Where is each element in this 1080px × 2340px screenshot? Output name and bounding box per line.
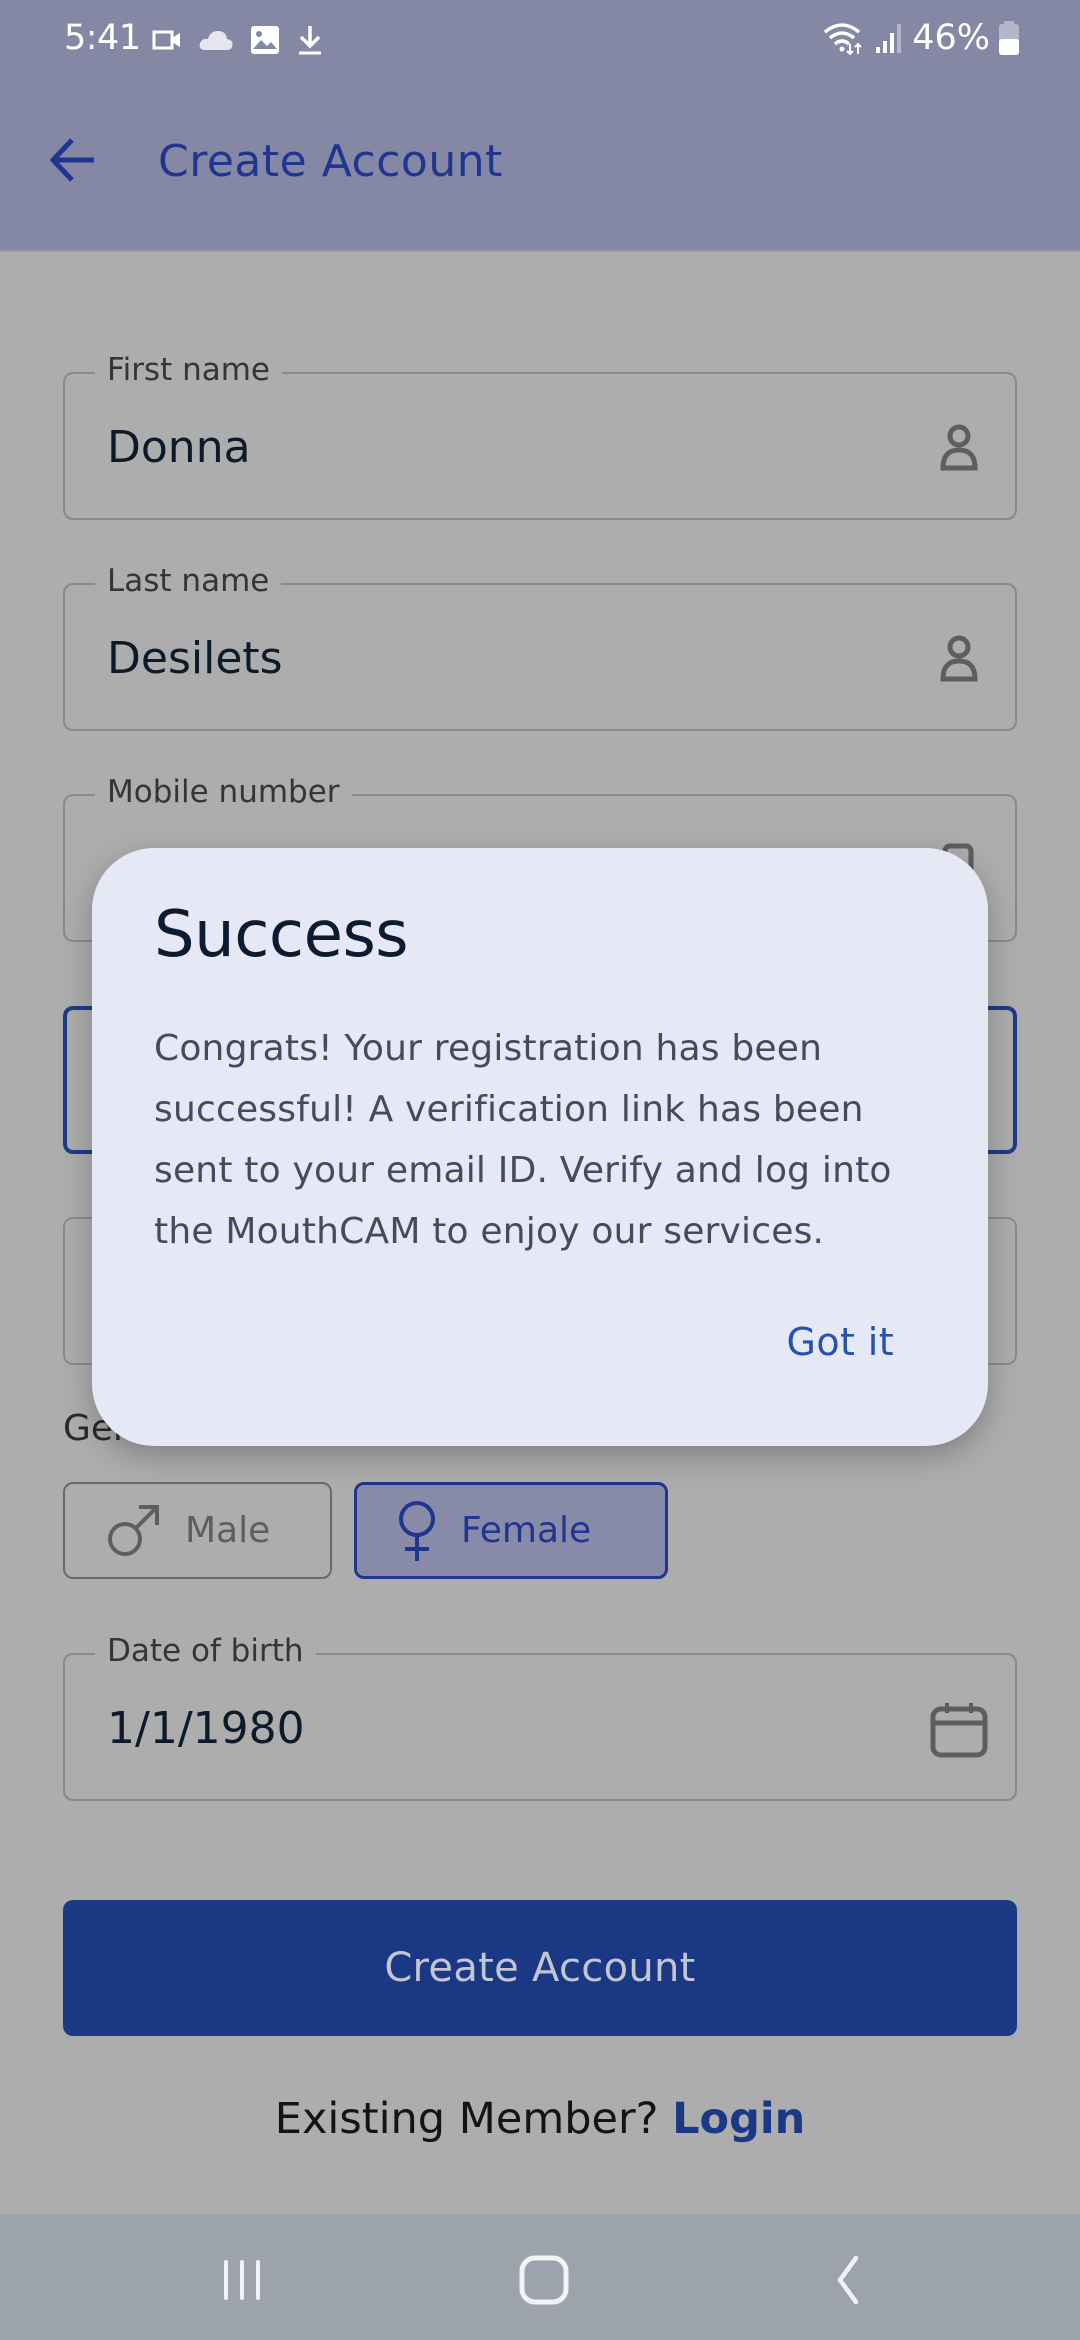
battery-icon [999,21,1019,55]
create-account-button[interactable]: Create Account [63,1900,1017,2036]
back-button[interactable] [44,130,104,190]
arrow-left-icon [49,138,94,182]
gender-male-button[interactable]: Male [63,1482,332,1579]
status-time: 5:41 [64,18,141,58]
home-icon [519,2255,569,2305]
image-icon [251,26,279,54]
person-icon [940,424,978,471]
last-name-input[interactable]: Desilets [107,633,283,684]
gender-female-button[interactable]: Female [354,1482,668,1579]
download-icon [299,26,321,55]
date-of-birth-input[interactable]: 1/1/1980 [107,1703,305,1754]
female-symbol-icon [399,1500,435,1561]
existing-member-row: Existing Member? Login [0,2094,1080,2144]
dialog-title: Success [154,898,409,972]
wifi-icon [824,23,862,56]
first-name-label: First name [95,352,283,388]
app-bar: Create Account [0,80,1080,252]
last-name-field[interactable]: Last name Desilets [63,563,1017,731]
male-symbol-icon [108,1504,159,1556]
last-name-label: Last name [95,563,282,599]
recent-apps-icon [224,2260,260,2300]
first-name-input[interactable]: Donna [107,422,251,473]
signal-icon [876,24,902,53]
battery-percent: 46% [912,18,990,58]
gender-male-label: Male [185,1510,271,1551]
dialog-message: Congrats! Your registration has been suc… [154,1028,892,1252]
date-of-birth-label: Date of birth [95,1633,316,1669]
video-camera-icon [152,30,180,50]
mobile-number-label: Mobile number [95,774,352,810]
page-title: Create Account [158,136,503,187]
login-link[interactable]: Login [672,2094,805,2144]
first-name-field[interactable]: First name Donna [63,352,1017,520]
existing-member-text: Existing Member? [274,2094,659,2144]
back-icon [837,2255,859,2305]
got-it-button[interactable]: Got it [786,1320,894,1364]
date-of-birth-field[interactable]: Date of birth 1/1/1980 [63,1633,1017,1801]
status-bar: 5:41 46% [0,0,1080,80]
home-button[interactable] [514,2250,574,2310]
status-notification-icons [152,24,324,56]
status-system-icons: 46% [822,18,1020,58]
gender-female-label: Female [461,1510,592,1551]
system-back-button[interactable] [816,2250,876,2310]
success-dialog: Success Congrats! Your registration has … [92,848,988,1446]
cloud-icon [199,31,233,50]
recent-apps-button[interactable] [212,2250,272,2310]
person-icon [940,635,978,682]
calendar-icon[interactable] [929,1699,989,1759]
system-nav-bar [0,2214,1080,2340]
